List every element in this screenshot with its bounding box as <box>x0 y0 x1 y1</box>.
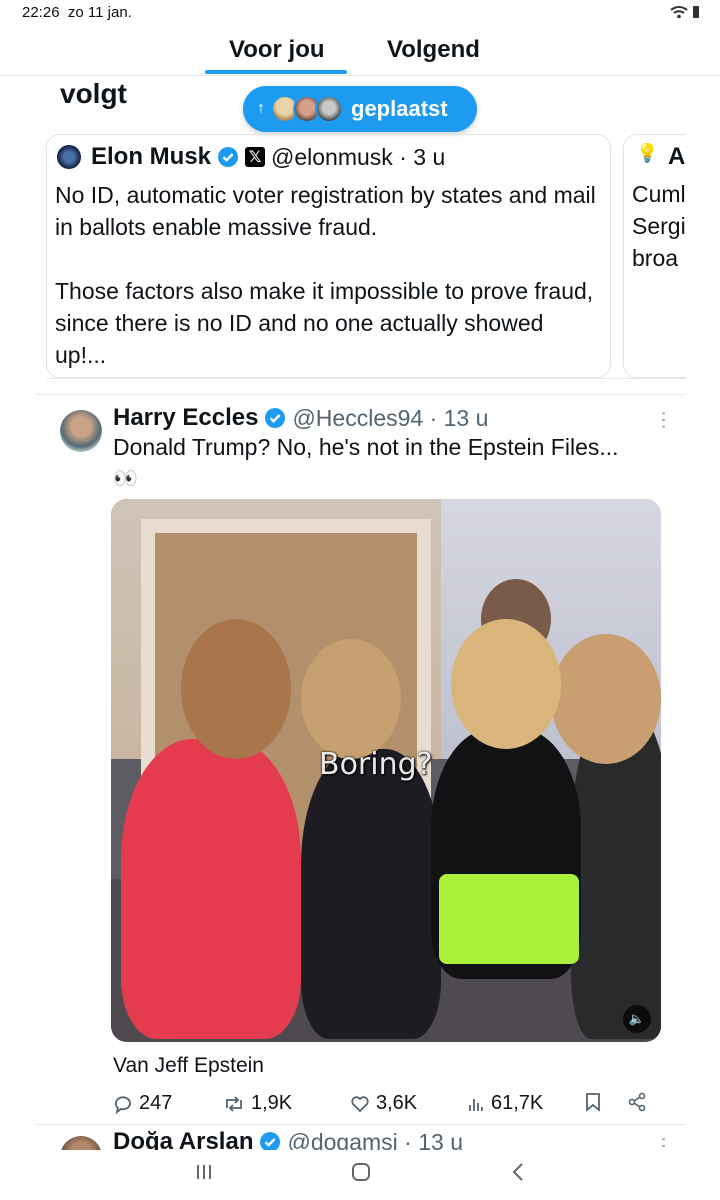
quoted-line: broa <box>632 245 679 271</box>
quoted-line: Sergi <box>632 213 686 239</box>
post-video[interactable]: Boring? 🔈 <box>111 499 661 1042</box>
video-figure <box>451 619 561 749</box>
back-icon[interactable] <box>510 1162 526 1182</box>
separator-dot: · <box>423 404 444 431</box>
video-figure <box>439 874 579 964</box>
feed-tabs: Voor jou Volgend <box>0 28 720 76</box>
post-text: Donald Trump? No, he's not in the Epstei… <box>113 434 619 460</box>
divider <box>36 394 686 395</box>
wifi-icon <box>670 6 688 19</box>
arrow-up-icon: ↑ <box>257 100 265 117</box>
author-handle: @Heccles94 <box>292 404 424 431</box>
x-logo-icon: 𝕏 <box>245 147 266 167</box>
section-label: volgt <box>60 78 127 109</box>
like-count: 3,6K <box>376 1092 418 1114</box>
heart-icon <box>351 1095 369 1112</box>
quoted-post-card[interactable]: Elon Musk 𝕏 @elonmusk · 3 u No ID, autom… <box>46 134 611 378</box>
video-figure <box>301 639 401 759</box>
video-figure <box>121 739 301 1039</box>
home-icon[interactable] <box>351 1162 371 1182</box>
views-count: 61,7K <box>491 1092 544 1114</box>
quoted-post-text: No ID, automatic voter registration by s… <box>55 179 600 371</box>
quoted-post-header: Elon Musk 𝕏 @elonmusk · 3 u <box>57 143 445 171</box>
post-time: 3 u <box>413 143 446 170</box>
divider <box>46 378 686 379</box>
author-name: A <box>668 143 686 170</box>
avatar[interactable] <box>60 410 102 452</box>
share-button[interactable] <box>627 1092 653 1112</box>
avatar[interactable] <box>57 145 81 169</box>
avatar <box>315 95 343 123</box>
video-attribution[interactable]: Van Jeff Epstein <box>113 1054 264 1078</box>
divider <box>36 1124 686 1125</box>
recent-apps-icon[interactable] <box>194 1162 214 1182</box>
quoted-line: Cuml <box>632 181 686 207</box>
battery-icon <box>693 6 699 18</box>
video-caption: Boring? <box>319 747 433 782</box>
status-bar: 22:26 zo 11 jan. <box>0 0 720 28</box>
post-time: 13 u <box>443 404 489 431</box>
quoted-paragraph: No ID, automatic voter registration by s… <box>55 182 596 240</box>
post-emoji: 👀 <box>113 468 138 490</box>
video-figure <box>181 619 291 759</box>
video-figure <box>301 749 441 1039</box>
system-nav-bar <box>0 1150 720 1200</box>
author-handle: @elonmusk <box>271 143 393 170</box>
tab-following[interactable]: Volgend <box>387 36 480 64</box>
active-tab-indicator <box>205 70 347 74</box>
tab-for-you[interactable]: Voor jou <box>229 36 325 64</box>
quoted-paragraph: Those factors also make it impossible to… <box>55 278 594 368</box>
more-options-icon[interactable]: ··· <box>653 410 675 430</box>
status-time: 22:26 zo 11 jan. <box>22 4 132 21</box>
new-posts-label: geplaatst <box>351 96 448 121</box>
post-actions: 247 1,9K 3,6K 61,7K <box>113 1092 653 1120</box>
reply-icon <box>115 1095 131 1114</box>
repost-count: 1,9K <box>251 1092 293 1114</box>
lightbulb-icon: 💡 <box>636 143 659 163</box>
repost-button[interactable]: 1,9K <box>223 1092 292 1115</box>
repost-icon <box>226 1095 242 1112</box>
author-name[interactable]: Elon Musk <box>91 143 211 171</box>
reply-count: 247 <box>139 1092 173 1114</box>
mute-icon[interactable]: 🔈 <box>623 1005 651 1033</box>
author-name[interactable]: Harry Eccles <box>113 404 258 432</box>
new-posts-pill[interactable]: ↑ geplaatst <box>243 86 477 132</box>
video-figure <box>551 634 661 764</box>
share-icon <box>628 1092 646 1112</box>
verified-badge-icon <box>218 147 239 167</box>
carousel-clip <box>686 128 720 388</box>
bookmark-icon <box>586 1093 600 1112</box>
views-icon <box>469 1098 483 1111</box>
like-button[interactable]: 3,6K <box>350 1092 417 1115</box>
verified-badge-icon <box>265 408 286 428</box>
reply-button[interactable]: 247 <box>113 1092 172 1115</box>
system-icons <box>670 5 700 19</box>
bookmark-button[interactable] <box>585 1092 607 1112</box>
views-button[interactable]: 61,7K <box>467 1092 543 1115</box>
separator-dot: · <box>392 143 414 170</box>
post-header: Harry Eccles @Heccles94 · 13 u <box>113 404 488 432</box>
